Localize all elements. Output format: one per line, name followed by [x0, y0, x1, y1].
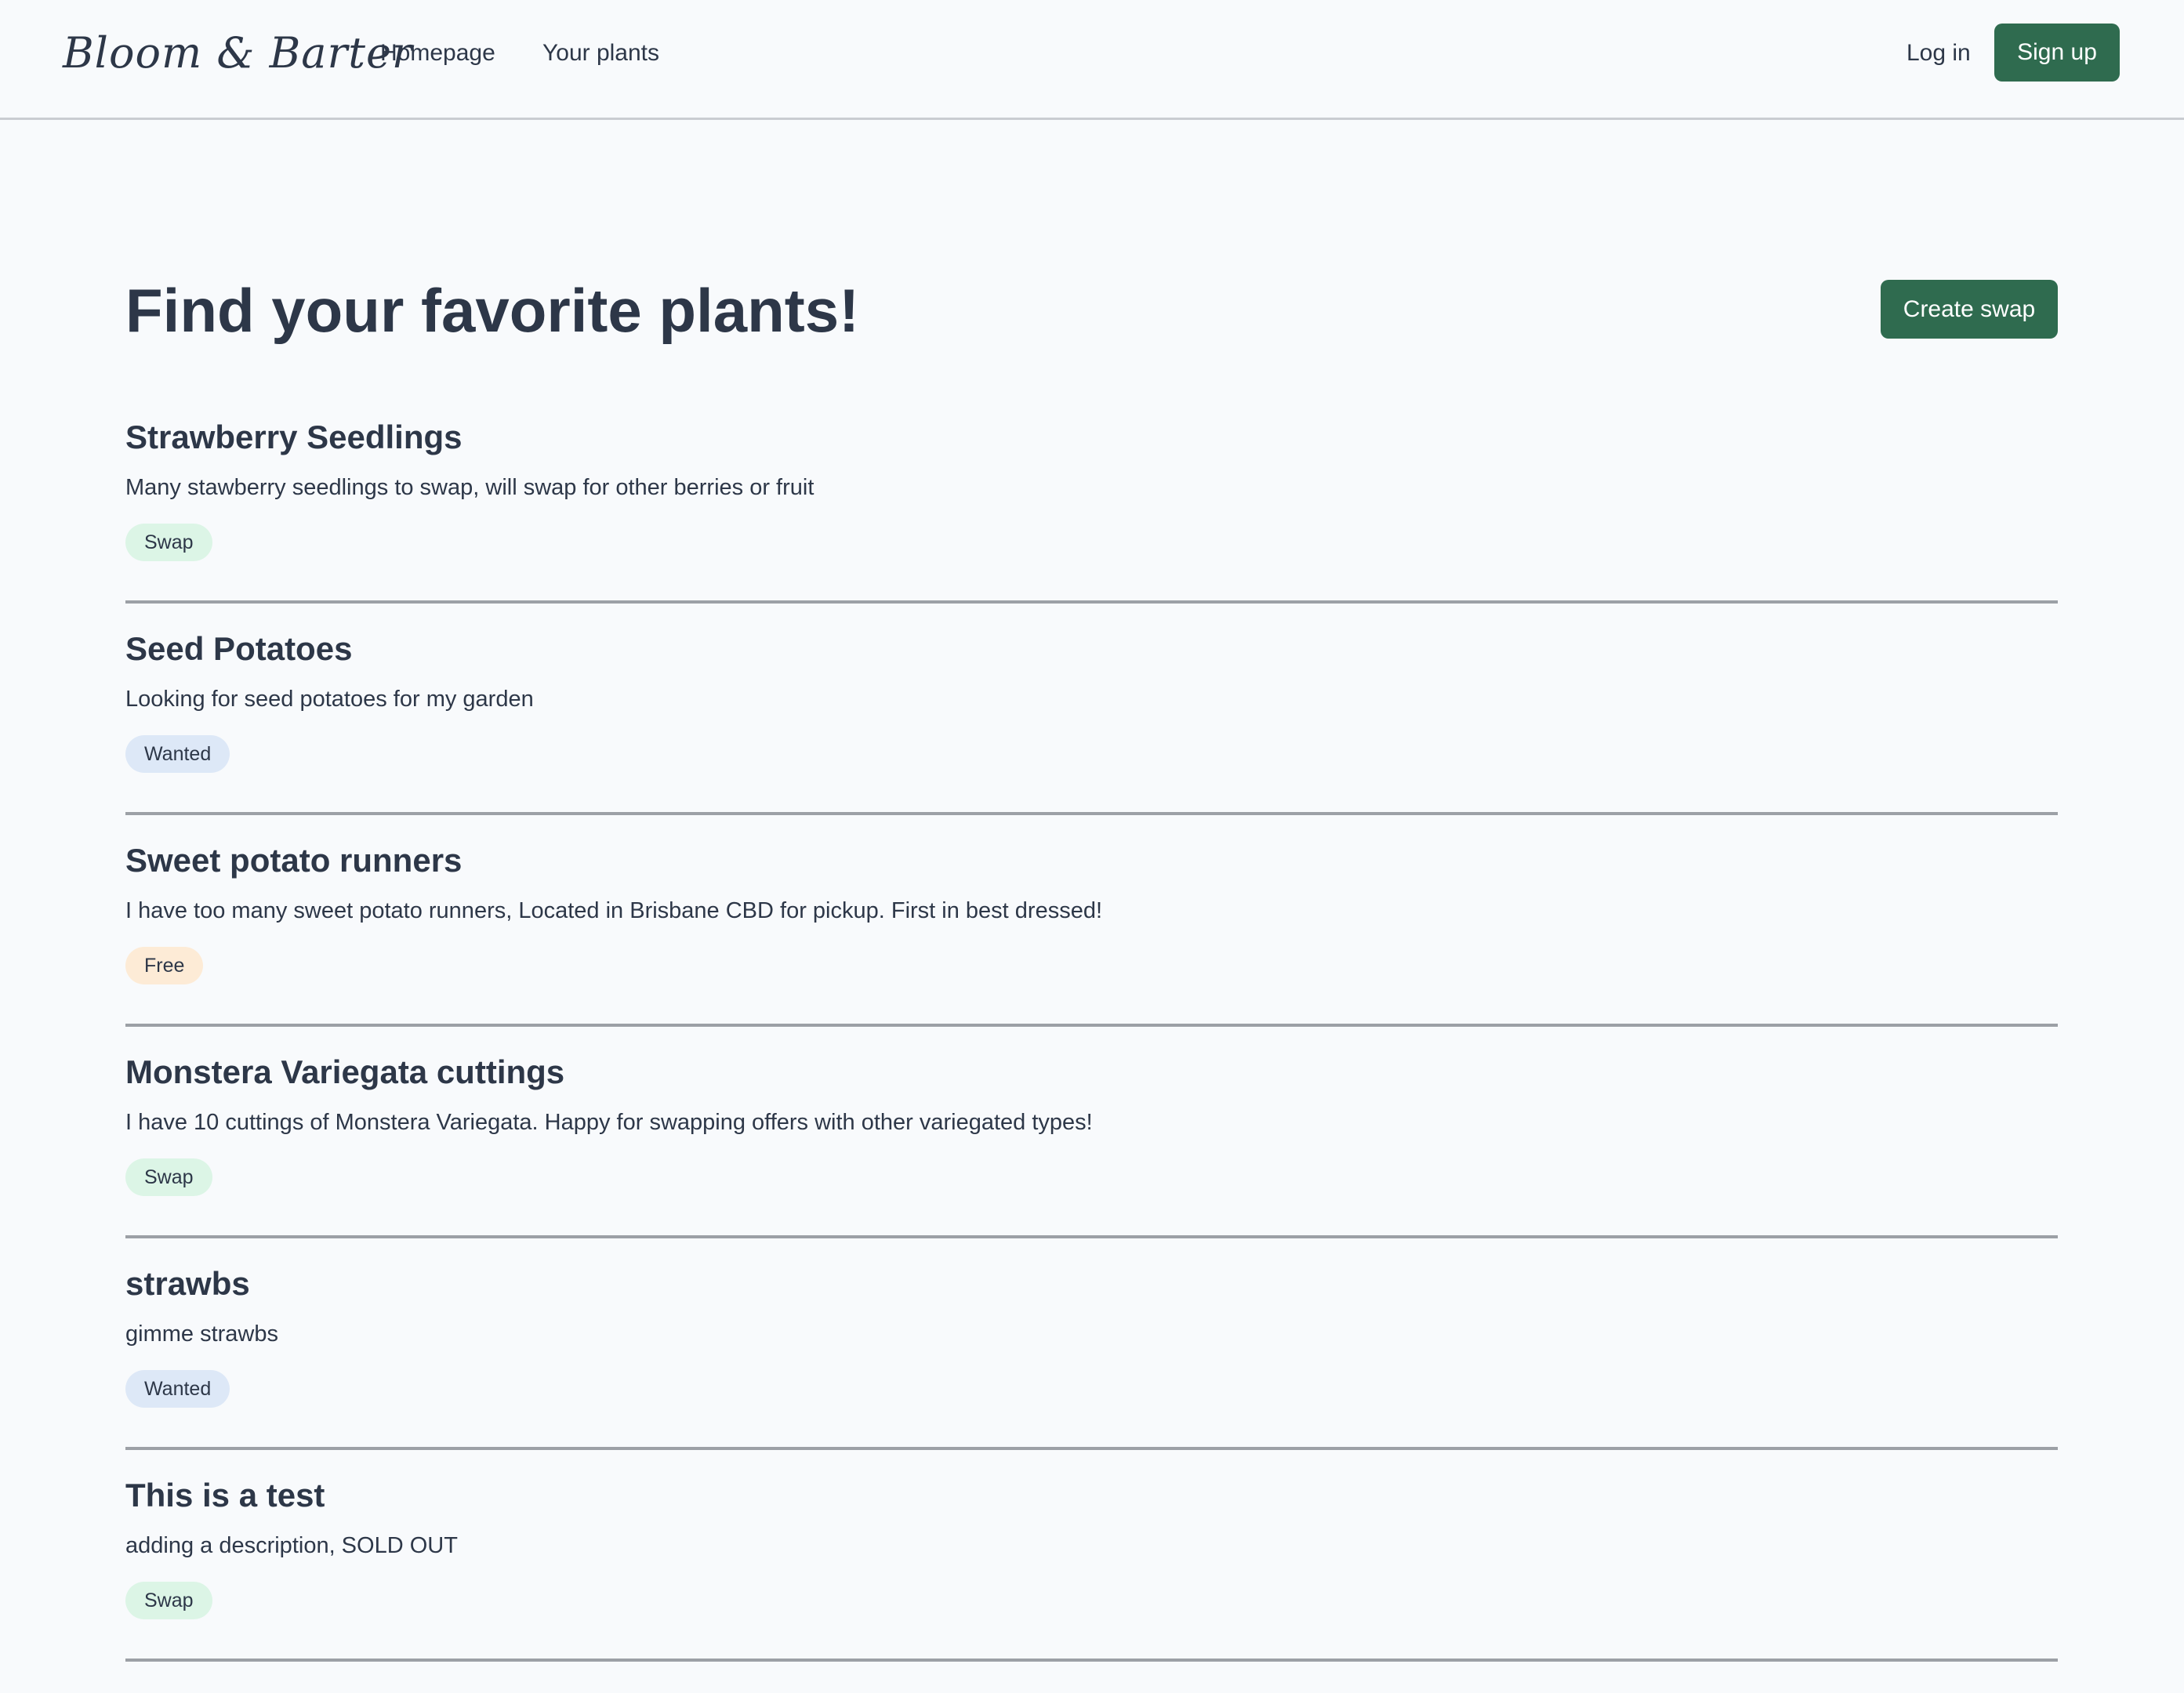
listing-description: I have too many sweet potato runners, Lo… — [125, 898, 1103, 923]
listing-type-badge: Wanted — [125, 735, 230, 773]
listing-type-badge: Wanted — [125, 1370, 230, 1408]
listing-description: I have 10 cuttings of Monstera Variegata… — [125, 1110, 1093, 1135]
listing-item[interactable]: This is a test adding a description, SOL… — [125, 1450, 2058, 1662]
listing-description: Many stawberry seedlings to swap, will s… — [125, 475, 814, 500]
listing-title[interactable]: Strawberry Seedlings — [125, 414, 463, 461]
listing-item[interactable]: Monstera Variegata cuttings I have 10 cu… — [125, 1027, 2058, 1238]
listing-description: adding a description, SOLD OUT — [125, 1533, 458, 1558]
listing-item[interactable]: Seed Potatoes Looking for seed potatoes … — [125, 604, 2058, 815]
brand-logo[interactable]: Bloom & Barter — [63, 22, 413, 85]
listing-list: Strawberry Seedlings Many stawberry seed… — [125, 392, 2058, 1662]
listing-title[interactable]: Sweet potato runners — [125, 837, 462, 884]
page-title: Find your favorite plants! — [125, 276, 860, 345]
listing-title[interactable]: Seed Potatoes — [125, 625, 352, 672]
listing-type-badge: Swap — [125, 1582, 212, 1619]
login-link[interactable]: Log in — [1906, 36, 1971, 71]
listing-item[interactable]: Strawberry Seedlings Many stawberry seed… — [125, 392, 2058, 604]
listing-item[interactable]: Sweet potato runners I have too many swe… — [125, 815, 2058, 1027]
signup-button[interactable]: Sign up — [1994, 24, 2120, 82]
top-navbar: Bloom & Barter Homepage Your plants Log … — [0, 0, 2184, 120]
nav-link-homepage[interactable]: Homepage — [380, 36, 495, 71]
listing-description: gimme strawbs — [125, 1321, 278, 1347]
listing-item[interactable]: strawbs gimme strawbs Wanted — [125, 1238, 2058, 1450]
listing-type-badge: Free — [125, 947, 204, 984]
listing-description: Looking for seed potatoes for my garden — [125, 687, 534, 712]
nav-link-your-plants[interactable]: Your plants — [542, 36, 659, 71]
listing-type-badge: Swap — [125, 1158, 212, 1196]
listing-title[interactable]: This is a test — [125, 1472, 325, 1519]
listing-title[interactable]: Monstera Variegata cuttings — [125, 1049, 564, 1096]
listing-type-badge: Swap — [125, 524, 212, 561]
listing-title[interactable]: strawbs — [125, 1260, 250, 1307]
create-swap-button[interactable]: Create swap — [1881, 280, 2058, 339]
